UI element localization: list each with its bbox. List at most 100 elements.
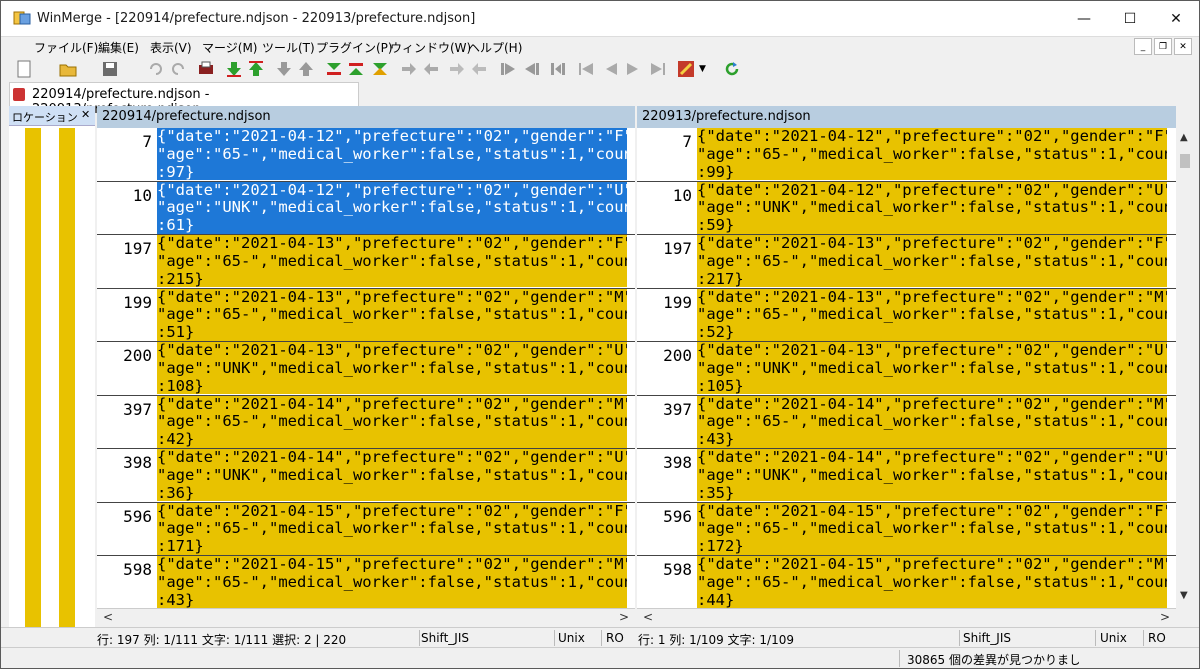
vertical-scrollbar[interactable]: ▲ ▼	[1176, 128, 1194, 608]
line-text[interactable]: {"date":"2021-04-13","prefecture":"02","…	[697, 288, 1167, 341]
line-text[interactable]: {"date":"2021-04-15","prefecture":"02","…	[697, 502, 1167, 555]
location-bar-left[interactable]	[25, 128, 41, 640]
scroll-right-arrow-icon[interactable]: >	[1160, 610, 1170, 624]
scroll-left-arrow-icon[interactable]: <	[103, 610, 113, 624]
new-icon[interactable]	[15, 60, 33, 78]
copy-right-advance-icon[interactable]	[447, 60, 465, 78]
diff-row[interactable]: 596 {"date":"2021-04-15","prefecture":"02…	[637, 502, 1176, 556]
scroll-right-arrow-icon[interactable]: >	[619, 610, 629, 624]
close-button[interactable]: ✕	[1153, 1, 1199, 36]
location-pane-close-button[interactable]: ✕	[81, 108, 90, 121]
document-icon	[13, 88, 25, 101]
diff-row[interactable]: 10 {"date":"2021-04-12","prefecture":"02"…	[637, 181, 1176, 235]
location-bar-right[interactable]	[59, 128, 75, 640]
save-icon[interactable]	[101, 60, 119, 78]
diff-row[interactable]: 197 {"date":"2021-04-13","prefecture":"02…	[97, 235, 635, 289]
first-diff-alt-icon[interactable]	[347, 60, 365, 78]
diff-row[interactable]: 598 {"date":"2021-04-15","prefecture":"02…	[637, 556, 1176, 610]
tab-compare[interactable]: 220914/prefecture.ndjson - 220913/prefec…	[9, 82, 359, 117]
copy-left-advance-icon[interactable]	[471, 60, 489, 78]
line-text[interactable]: {"date":"2021-04-14","prefecture":"02","…	[697, 449, 1167, 501]
prev-diff-icon[interactable]	[247, 60, 265, 78]
first-diff-icon[interactable]	[275, 60, 293, 78]
line-text[interactable]: {"date":"2021-04-15","prefecture":"02","…	[697, 556, 1167, 608]
left-horizontal-scrollbar[interactable]: < >	[97, 608, 635, 626]
menu-edit[interactable]: 編集(E)	[98, 39, 139, 56]
left-code-area[interactable]: 7 {"date":"2021-04-12","prefecture":"02",…	[97, 128, 635, 610]
line-text[interactable]: {"date":"2021-04-14","prefecture":"02","…	[697, 395, 1167, 448]
left-cursor-position: 行: 197 列: 1/111 文字: 1/111 選択: 2 | 220	[97, 633, 347, 647]
print-icon[interactable]	[197, 60, 215, 78]
last-diff-icon[interactable]	[297, 60, 315, 78]
diff-row[interactable]: 397 {"date":"2021-04-14","prefecture":"02…	[97, 395, 635, 449]
copy-all-left-icon[interactable]	[523, 60, 541, 78]
copy-left-icon[interactable]	[423, 60, 441, 78]
line-text[interactable]: {"date":"2021-04-12","prefecture":"02","…	[697, 181, 1167, 234]
line-text[interactable]: {"date":"2021-04-13","prefecture":"02","…	[157, 342, 627, 394]
line-text[interactable]: {"date":"2021-04-13","prefecture":"02","…	[697, 235, 1167, 287]
diff-row[interactable]: 197 {"date":"2021-04-13","prefecture":"02…	[637, 235, 1176, 289]
copy-right-icon[interactable]	[399, 60, 417, 78]
diff-row[interactable]: 10 {"date":"2021-04-12","prefecture":"02"…	[97, 181, 635, 235]
next-diff-icon[interactable]	[225, 60, 243, 78]
minimize-button[interactable]: —	[1061, 1, 1107, 36]
all-icon[interactable]	[549, 60, 567, 78]
diff-row[interactable]: 397 {"date":"2021-04-14","prefecture":"02…	[637, 395, 1176, 449]
vertical-scroll-thumb[interactable]	[1180, 154, 1190, 168]
diff-row[interactable]: 7 {"date":"2021-04-12","prefecture":"02",…	[637, 128, 1176, 182]
diff-row[interactable]: 596 {"date":"2021-04-15","prefecture":"02…	[97, 502, 635, 556]
prev-conflict-icon[interactable]	[601, 60, 619, 78]
last-diff-alt-icon[interactable]	[371, 60, 389, 78]
mdi-restore-button[interactable]: ❐	[1154, 38, 1172, 55]
left-file-pane[interactable]: 220914/prefecture.ndjson 7 {"date":"2021-…	[97, 106, 635, 626]
line-text[interactable]: {"date":"2021-04-15","prefecture":"02","…	[157, 502, 627, 555]
options-icon[interactable]	[677, 60, 695, 78]
diff-row[interactable]: 398 {"date":"2021-04-14","prefecture":"02…	[97, 449, 635, 503]
winmerge-logo-icon	[13, 11, 31, 25]
scroll-down-arrow-icon[interactable]: ▼	[1180, 590, 1188, 601]
mdi-close-button[interactable]: ✕	[1174, 38, 1192, 55]
diff-row[interactable]: 598 {"date":"2021-04-15","prefecture":"02…	[97, 556, 635, 610]
menu-file[interactable]: ファイル(F)	[34, 39, 98, 56]
open-icon[interactable]	[59, 60, 77, 78]
copy-all-right-icon[interactable]	[499, 60, 517, 78]
line-text[interactable]: {"date":"2021-04-13","prefecture":"02","…	[697, 342, 1167, 394]
right-code-area[interactable]: 7 {"date":"2021-04-12","prefecture":"02",…	[637, 128, 1176, 610]
right-file-pane[interactable]: 220913/prefecture.ndjson 7 {"date":"2021-…	[637, 106, 1176, 626]
redo-icon[interactable]	[169, 60, 187, 78]
refresh-icon[interactable]	[723, 60, 741, 78]
undo-icon[interactable]	[147, 60, 165, 78]
diff-row[interactable]: 398 {"date":"2021-04-14","prefecture":"02…	[637, 449, 1176, 503]
line-text[interactable]: {"date":"2021-04-12","prefecture":"02","…	[157, 181, 627, 234]
menu-help[interactable]: ヘルプ(H)	[468, 39, 522, 56]
menu-window[interactable]: ウィンドウ(W)	[390, 39, 471, 56]
diff-row[interactable]: 200 {"date":"2021-04-13","prefecture":"02…	[637, 342, 1176, 396]
current-diff-icon[interactable]	[325, 60, 343, 78]
scroll-up-arrow-icon[interactable]: ▲	[1180, 132, 1188, 143]
menu-tools[interactable]: ツール(T)	[262, 39, 315, 56]
menu-merge[interactable]: マージ(M)	[202, 39, 257, 56]
diff-row[interactable]: 199 {"date":"2021-04-13","prefecture":"02…	[637, 288, 1176, 342]
diff-row[interactable]: 199 {"date":"2021-04-13","prefecture":"02…	[97, 288, 635, 342]
right-encoding: Shift_JIS	[963, 631, 1011, 645]
last-conflict-icon[interactable]	[649, 60, 667, 78]
menu-plugins[interactable]: プラグイン(P)	[316, 39, 393, 56]
line-text[interactable]: {"date":"2021-04-13","prefecture":"02","…	[157, 288, 627, 341]
first-conflict-icon[interactable]	[577, 60, 595, 78]
options-dropdown-icon[interactable]: ▼	[699, 64, 717, 82]
line-text[interactable]: {"date":"2021-04-15","prefecture":"02","…	[157, 556, 627, 608]
line-text[interactable]: {"date":"2021-04-13","prefecture":"02","…	[157, 235, 627, 287]
mdi-minimize-button[interactable]: _	[1134, 38, 1152, 55]
next-conflict-icon[interactable]	[625, 60, 643, 78]
diff-row[interactable]: 7 {"date":"2021-04-12","prefecture":"02",…	[97, 128, 635, 182]
line-text[interactable]: {"date":"2021-04-12","prefecture":"02","…	[697, 128, 1167, 180]
menu-view[interactable]: 表示(V)	[150, 39, 192, 56]
line-text[interactable]: {"date":"2021-04-12","prefecture":"02","…	[157, 128, 627, 180]
maximize-button[interactable]: ☐	[1107, 1, 1153, 36]
line-text[interactable]: {"date":"2021-04-14","prefecture":"02","…	[157, 449, 627, 501]
right-file-name: 220913/prefecture.ndjson	[642, 109, 811, 124]
diff-row[interactable]: 200 {"date":"2021-04-13","prefecture":"02…	[97, 342, 635, 396]
right-horizontal-scrollbar[interactable]: < >	[637, 608, 1176, 626]
scroll-left-arrow-icon[interactable]: <	[643, 610, 653, 624]
line-text[interactable]: {"date":"2021-04-14","prefecture":"02","…	[157, 395, 627, 448]
